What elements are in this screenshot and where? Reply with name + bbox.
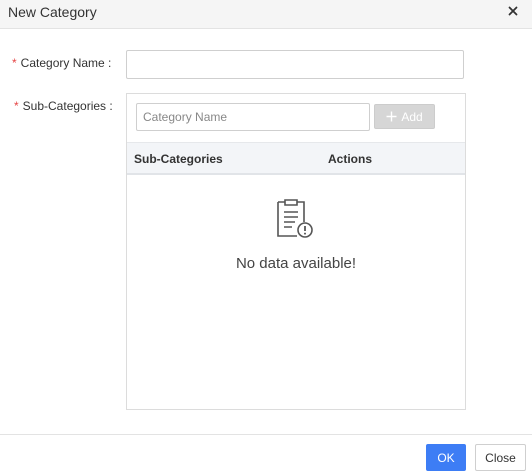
dialog-header: New Category [0,0,532,29]
category-name-label-row: * Category Name : [12,56,111,70]
category-name-label: Category Name : [20,56,112,70]
add-button-label: Add [401,109,423,124]
category-name-input[interactable] [126,50,464,79]
required-mark: * [12,56,17,70]
sub-categories-label: Sub-Categories : [22,99,113,113]
column-header-sub-categories: Sub-Categories [134,152,223,166]
sub-categories-panel [126,93,466,410]
ok-button[interactable]: OK [426,444,466,471]
sub-categories-label-row: * Sub-Categories : [14,99,113,113]
add-sub-category-button[interactable]: Add [374,104,435,129]
column-header-actions: Actions [328,152,373,166]
plus-icon [386,111,397,122]
empty-state-text: No data available! [235,255,357,272]
sub-category-name-input[interactable] [136,103,370,131]
sub-categories-table-header: Sub-Categories Actions [127,142,465,175]
new-category-dialog: New Category * Category Name : * Sub-Categ… [0,0,532,476]
required-mark: * [14,99,19,113]
close-icon[interactable] [506,4,520,18]
clipboard-warning-icon [274,198,318,242]
footer-divider [0,434,532,435]
close-button[interactable]: Close [475,444,526,471]
dialog-title: New Category [8,4,97,20]
